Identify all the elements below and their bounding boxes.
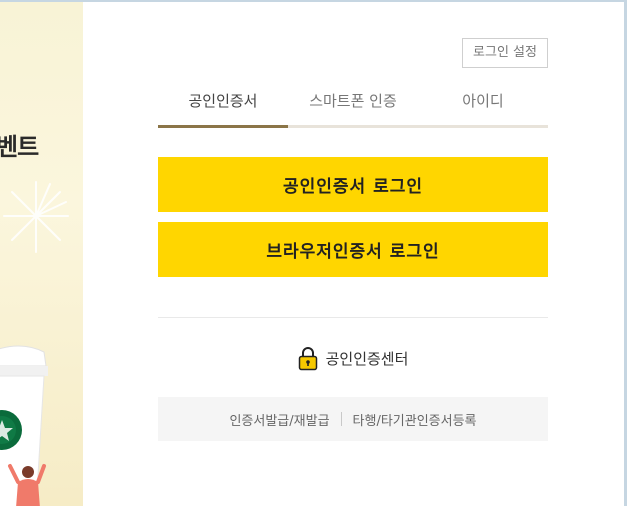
lock-icon: [298, 346, 317, 370]
browser-certificate-login-button[interactable]: 브라우저인증서 로그인: [158, 222, 548, 277]
certificate-center-label: 공인인증센터: [325, 349, 409, 368]
link-separator: [340, 412, 342, 426]
login-method-tabs: 공인인증서 스마트폰 인증 아이디: [158, 82, 548, 128]
certificate-center-link[interactable]: 공인인증센터: [158, 344, 548, 372]
certificate-login-button[interactable]: 공인인증서 로그인: [158, 157, 548, 212]
tab-id[interactable]: 아이디: [418, 82, 548, 125]
certificate-links-bar: 인증서발급/재발급 타행/타기관인증서등록: [158, 397, 548, 441]
register-other-cert-link[interactable]: 타행/타기관인증서등록: [353, 410, 477, 429]
tab-smartphone[interactable]: 스마트폰 인증: [288, 82, 418, 125]
coffee-cup-illustration: [0, 345, 48, 506]
promo-banner[interactable]: 벤트: [0, 2, 83, 506]
login-settings-button[interactable]: 로그인 설정: [462, 38, 548, 68]
promo-title: 벤트: [0, 133, 39, 161]
issue-reissue-link[interactable]: 인증서발급/재발급: [229, 410, 329, 429]
divider: [158, 317, 548, 318]
firework-decoration: [3, 181, 69, 253]
tab-certificate[interactable]: 공인인증서: [158, 82, 288, 128]
